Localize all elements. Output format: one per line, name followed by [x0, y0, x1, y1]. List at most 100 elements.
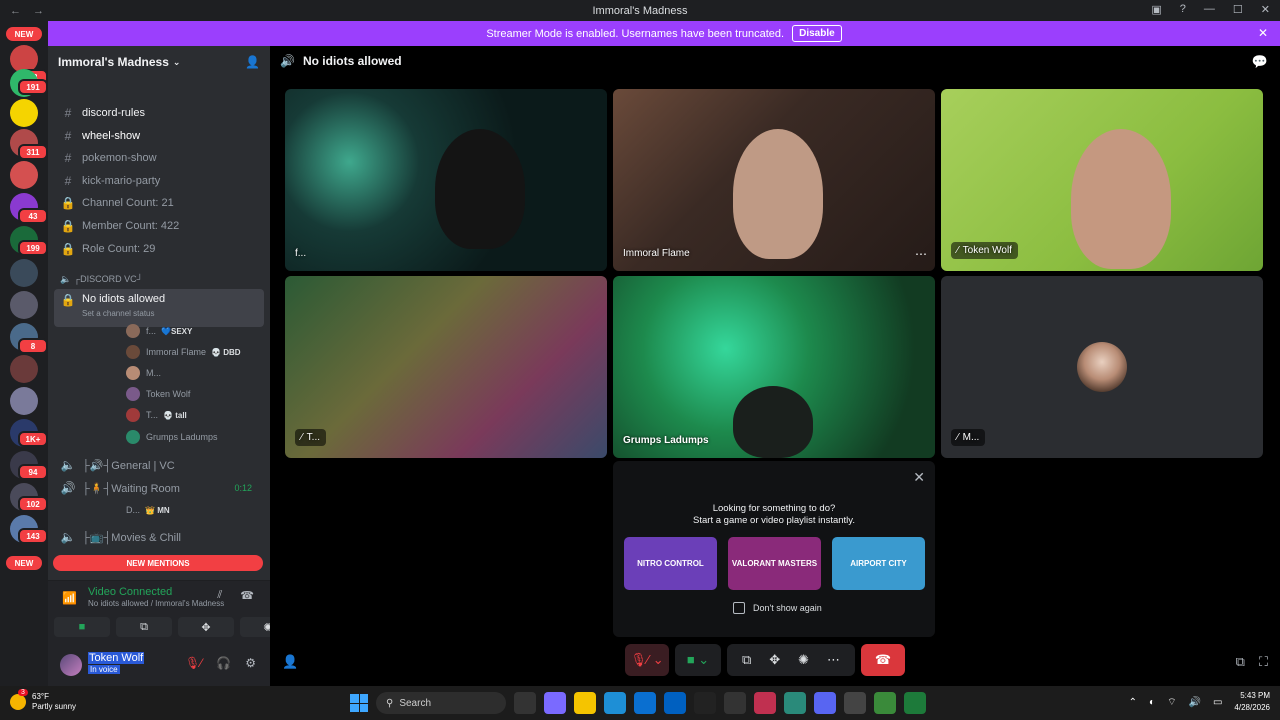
system-clock[interactable]: 5:43 PM 4/28/2026 — [1234, 690, 1270, 714]
fullscreen-icon[interactable]: ⛶ — [1259, 654, 1268, 670]
invite-people-icon[interactable]: 👤 — [245, 55, 260, 69]
app-icon[interactable] — [754, 692, 776, 714]
inbox-icon[interactable]: ▣ — [1151, 3, 1161, 16]
server-icon[interactable] — [10, 99, 38, 127]
activity-tile[interactable]: NITRO CONTROL — [624, 537, 717, 590]
forward-arrow-icon[interactable]: → — [33, 5, 44, 17]
voice-status[interactable]: Video Connected — [88, 586, 172, 598]
mic-muted-icon[interactable]: 🎙⁄ — [185, 656, 202, 670]
channel-wheel-show[interactable]: # wheel-show — [54, 125, 264, 147]
channel-status-hint[interactable]: Set a channel status — [82, 309, 155, 318]
invite-icon[interactable]: 👤 — [282, 654, 298, 670]
server-icon[interactable] — [10, 291, 38, 319]
discord-icon[interactable] — [814, 692, 836, 714]
new-unreads-pill-top[interactable]: NEW — [6, 27, 42, 41]
channel-role-count[interactable]: 🔒 Role Count: 29 — [54, 238, 264, 260]
channel-label: ├🧍┤Waiting Room — [82, 482, 180, 495]
popout-icon[interactable]: ⧉ — [1236, 654, 1245, 670]
disable-streamer-mode-button[interactable]: Disable — [792, 25, 842, 42]
camera-button[interactable]: ■ — [54, 617, 110, 637]
channel-kick-mario-party[interactable]: # kick-mario-party — [54, 170, 264, 192]
video-tile[interactable]: Immoral Flame ⋯ — [613, 89, 935, 271]
start-button[interactable] — [350, 694, 368, 712]
battery-icon[interactable]: ▭ — [1213, 697, 1222, 708]
channel-movies-chill[interactable]: 🔈 ├📺┤Movies & Chill — [54, 526, 264, 548]
copilot-icon[interactable] — [544, 692, 566, 714]
activity-tile[interactable]: AIRPORT CITY — [832, 537, 925, 590]
checkbox[interactable] — [733, 602, 745, 614]
chat-bubble-icon[interactable]: 💬 — [1252, 54, 1268, 70]
avatar[interactable] — [60, 654, 82, 676]
disconnect-button[interactable]: ☎ — [861, 644, 905, 676]
file-explorer-icon[interactable] — [574, 692, 596, 714]
noise-suppression-icon[interactable]: ⫽ — [217, 589, 222, 602]
signal-icon[interactable]: 📶 — [62, 591, 77, 605]
excel-icon[interactable] — [904, 692, 926, 714]
activities-icon[interactable]: ✥ — [769, 652, 780, 668]
task-view-icon[interactable] — [514, 692, 536, 714]
channel-label: kick-mario-party — [82, 175, 161, 187]
server-icon[interactable] — [10, 355, 38, 383]
chrome-icon[interactable] — [874, 692, 896, 714]
close-window-button[interactable]: ✕ — [1261, 3, 1270, 16]
outlook-icon[interactable] — [664, 692, 686, 714]
more-icon[interactable]: ⋯ — [827, 652, 840, 668]
participant-video — [1071, 129, 1171, 269]
video-tile[interactable]: Grumps Ladumps — [613, 276, 935, 458]
close-icon[interactable]: ✕ — [913, 469, 925, 486]
activity-tile[interactable]: VALORANT MASTERS — [728, 537, 821, 590]
camera-toggle-button[interactable]: ■ ⌄ — [675, 644, 721, 676]
close-icon[interactable]: ✕ — [1258, 26, 1268, 40]
channel-pokemon-show[interactable]: # pokemon-show — [54, 147, 264, 169]
chevron-up-icon[interactable]: ⌃ — [1129, 697, 1137, 708]
category-discord-vc[interactable]: 🔈 ┌DISCORD VC┘ — [60, 274, 143, 285]
gear-icon[interactable]: ⚙ — [245, 656, 256, 670]
mute-toggle-button[interactable]: 🎙⁄ ⌄ — [625, 644, 669, 676]
terminal-icon[interactable] — [694, 692, 716, 714]
more-icon[interactable]: ⋯ — [915, 247, 927, 261]
network-icon[interactable]: ⌔ — [1167, 696, 1176, 709]
app-icon[interactable] — [784, 692, 806, 714]
hashtag-icon: # — [64, 106, 72, 120]
channel-discord-rules[interactable]: # discord-rules — [54, 102, 264, 124]
back-arrow-icon[interactable]: ← — [10, 5, 21, 17]
activities-button[interactable]: ✥ — [178, 617, 234, 637]
server-icon[interactable] — [10, 259, 38, 287]
headphones-icon[interactable]: 🎧 — [216, 656, 231, 670]
media-player-icon[interactable] — [844, 692, 866, 714]
server-icon[interactable] — [10, 387, 38, 415]
weather-widget[interactable]: 3 63°F Partly sunny — [10, 689, 76, 712]
video-tile[interactable]: f... — [285, 89, 607, 271]
video-tile[interactable]: ⁄ T... — [285, 276, 607, 458]
channel-label: ├📺┤Movies & Chill — [82, 531, 181, 544]
video-tile[interactable]: ⁄ M... — [941, 276, 1263, 458]
screen-share-button[interactable]: ⧉ — [116, 617, 172, 637]
tray-icon[interactable]: ◐ — [1149, 697, 1155, 708]
user-name[interactable]: Token Wolf — [88, 652, 145, 664]
tile-label: f... — [295, 248, 307, 259]
server-header[interactable]: Immoral's Madness ⌄ 👤 — [48, 46, 270, 78]
channel-member-count[interactable]: 🔒 Member Count: 422 — [54, 215, 264, 237]
help-icon[interactable]: ? — [1180, 3, 1186, 16]
new-mentions-pill[interactable]: NEW MENTIONS — [53, 555, 263, 571]
volume-icon[interactable]: 🔊 — [1189, 697, 1201, 708]
server-badge: 143 — [18, 528, 48, 544]
channel-channel-count[interactable]: 🔒 Channel Count: 21 — [54, 192, 264, 214]
taskbar-search[interactable]: ⚲ Search — [376, 692, 506, 714]
edge-icon[interactable] — [604, 692, 626, 714]
server-icon[interactable] — [10, 161, 38, 189]
voice-location[interactable]: No idiots allowed / Immoral's Madness — [88, 599, 224, 608]
channel-general-vc[interactable]: 🔈 ├🔊┤General | VC — [54, 454, 264, 476]
soundboard-icon[interactable]: ✺ — [798, 652, 809, 668]
screen-share-icon[interactable]: ⧉ — [742, 652, 751, 668]
video-tile[interactable]: ⁄ Token Wolf — [941, 89, 1263, 271]
steam-icon[interactable] — [724, 692, 746, 714]
dont-show-again-checkbox[interactable]: Don't show again — [733, 602, 822, 614]
disconnect-icon[interactable]: ☎ — [240, 589, 254, 602]
minimize-button[interactable]: — — [1204, 3, 1215, 16]
store-icon[interactable] — [634, 692, 656, 714]
channel-waiting-room[interactable]: 🔊 ├🧍┤Waiting Room 0:12 — [54, 477, 264, 499]
maximize-button[interactable]: ☐ — [1233, 3, 1243, 16]
clock-date: 4/28/2026 — [1234, 703, 1270, 712]
new-unreads-pill-bottom[interactable]: NEW — [6, 556, 42, 570]
